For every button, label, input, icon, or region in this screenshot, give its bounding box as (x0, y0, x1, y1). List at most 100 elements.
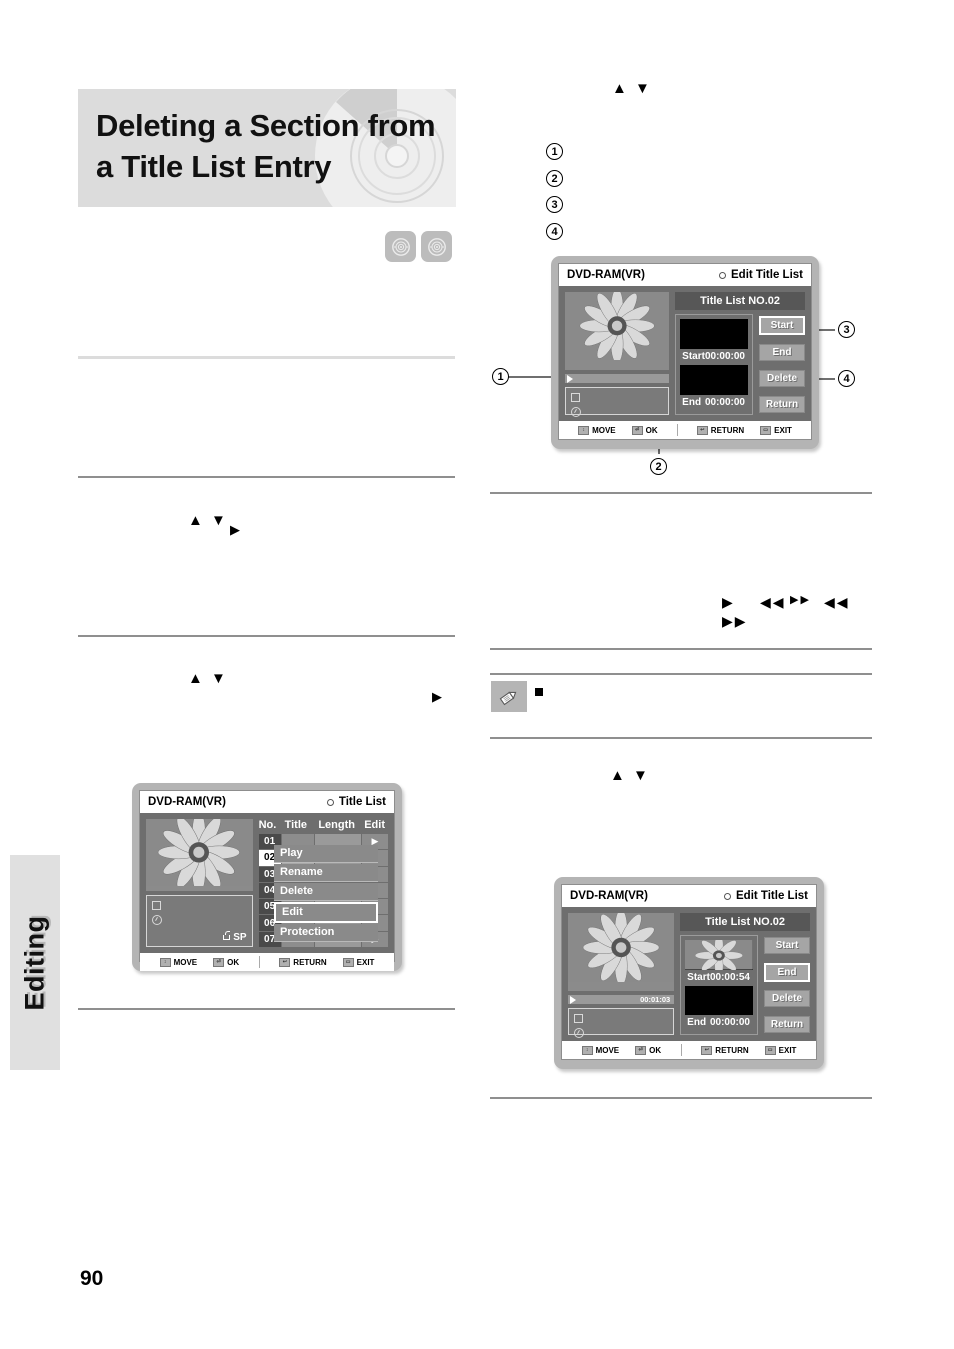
exit-key-icon: ▭ (760, 425, 772, 435)
marker-4-legend: 4 (546, 223, 563, 240)
title-name-icon (152, 901, 161, 910)
ok-key-icon: ⏎ (213, 957, 225, 967)
rewind-wide-glyph: ◀◀ (824, 594, 850, 610)
page-title: Deleting a Section from a Title List Ent… (96, 105, 452, 187)
divider-left-3 (78, 635, 455, 637)
play-indicator-icon (570, 995, 576, 1004)
footer-exit: ▭ EXIT (337, 957, 381, 967)
end-time: 00:00:00 (709, 1017, 750, 1028)
context-menu: Play Rename Delete Edit Protection (274, 845, 378, 942)
move-key-icon: ↕ (578, 425, 590, 435)
page-number: 90 (80, 1267, 104, 1290)
menu-item-edit[interactable]: Edit (274, 902, 378, 923)
footer-move-label: MOVE (592, 425, 616, 435)
note-pencil-icon (491, 681, 527, 712)
forward-small-glyph: ▶▶ (790, 594, 811, 606)
divider-right-1 (490, 492, 872, 494)
start-button[interactable]: Start (764, 937, 810, 954)
dvd-ram-badge-icon (385, 231, 416, 262)
footer-move: ↕ MOVE (154, 957, 204, 967)
title-info-panel (565, 387, 670, 417)
arrow-up-down-step2: ▲ ▼ (188, 512, 228, 529)
osd-footer-bar: ↕ MOVE ⏎ OK ↩ RETURN ▭ EXIT (140, 953, 394, 971)
move-key-icon: ↕ (159, 957, 171, 967)
menu-item-play[interactable]: Play (274, 845, 378, 863)
footer-exit-label: EXIT (774, 425, 792, 435)
title-name-icon (571, 393, 580, 402)
title-list-number-header: Title List NO.02 (675, 292, 805, 310)
footer-move: ↕ MOVE (572, 425, 622, 435)
divider-right-5 (490, 1097, 872, 1099)
manual-page: Editing Deleting a Section from a Title … (0, 0, 954, 1349)
return-button[interactable]: Return (764, 1015, 810, 1033)
record-mode-indicator: SP (223, 931, 247, 943)
page-header: Deleting a Section from a Title List Ent… (78, 89, 456, 207)
marker-3-callout: 3 (838, 321, 855, 338)
move-key-icon: ↕ (581, 1045, 593, 1055)
footer-move: ↕ MOVE (576, 1045, 626, 1055)
col-edit: Edit (364, 819, 385, 831)
exit-key-icon: ▭ (764, 1045, 776, 1055)
divider-right-4 (490, 737, 872, 739)
osd-device-label: DVD-RAM(VR) (567, 269, 645, 281)
preview-thumbnail (565, 292, 670, 370)
footer-return-label: RETURN (293, 957, 327, 967)
footer-ok: ⏎ OK (207, 957, 245, 967)
footer-exit-label: EXIT (778, 1045, 797, 1055)
section-tab-label: Editing (19, 915, 49, 1011)
footer-return: ↩ RETURN (273, 957, 332, 967)
play-glyph: ▶ (722, 594, 735, 610)
divider-left-1 (78, 356, 455, 359)
footer-move-label: MOVE (173, 957, 198, 967)
playback-progress-bar[interactable]: 00:01:03 (568, 995, 675, 1004)
osd-footer-bar: ↕ MOVE ⏎ OK ↩ RETURN ▭ EXIT (559, 421, 811, 439)
delete-button[interactable]: Delete (764, 990, 810, 1008)
arrow-up-down-step3: ▲ ▼ (188, 670, 228, 687)
footer-ok: ⏎ OK (626, 425, 664, 435)
divider-right-3 (490, 673, 872, 675)
return-key-icon: ↩ (701, 1045, 713, 1055)
footer-exit-label: EXIT (356, 957, 375, 967)
end-label: End (687, 1017, 707, 1028)
footer-move-label: MOVE (595, 1045, 620, 1055)
footer-return-label: RETURN (710, 425, 745, 435)
osd-device-label: DVD-RAM(VR) (570, 890, 648, 902)
start-button[interactable]: Start (759, 316, 805, 335)
end-thumbnail (685, 985, 753, 1015)
end-button[interactable]: End (764, 962, 810, 982)
start-end-thumbnails: Start 00:00:00 End 00:00:00 (675, 314, 753, 415)
menu-item-rename[interactable]: Rename (274, 864, 378, 882)
menu-item-delete[interactable]: Delete (274, 883, 378, 901)
start-time: 00:00:00 (704, 351, 745, 362)
osd-titlebar: DVD-RAM(VR) Edit Title List (562, 885, 816, 907)
delete-button[interactable]: Delete (759, 370, 805, 387)
unlock-icon (223, 931, 231, 940)
footer-return: ↩ RETURN (691, 425, 750, 435)
start-time: 00:00:54 (709, 971, 750, 983)
menu-item-protection[interactable]: Protection (274, 924, 378, 942)
marker-1-legend: 1 (546, 143, 563, 160)
end-thumbnail (680, 365, 748, 395)
title-time-icon (574, 1028, 584, 1038)
return-button[interactable]: Return (759, 396, 805, 413)
osd-device-label: DVD-RAM(VR) (148, 796, 226, 808)
end-button[interactable]: End (759, 344, 805, 361)
marker-1-callout: 1 (492, 368, 509, 385)
start-thumbnail (680, 319, 748, 349)
title-name-icon (574, 1014, 583, 1023)
col-title: Title (284, 819, 307, 831)
ok-key-icon: ⏎ (635, 1045, 647, 1055)
col-length: Length (318, 819, 355, 831)
record-mode-label: SP (233, 932, 247, 943)
title-time-icon (571, 407, 581, 417)
col-no: No. (258, 819, 277, 831)
footer-exit: ▭ EXIT (754, 425, 798, 435)
footer-return-label: RETURN (715, 1045, 749, 1055)
preview-thumbnail (146, 819, 253, 891)
playback-progress-bar[interactable] (565, 374, 670, 383)
footer-ok: ⏎ OK (629, 1045, 667, 1055)
marker-3-legend: 3 (546, 196, 563, 213)
ok-key-icon: ⏎ (631, 425, 643, 435)
footer-exit: ▭ EXIT (759, 1045, 803, 1055)
forward-wide-glyph: ▶▶ (722, 613, 748, 629)
